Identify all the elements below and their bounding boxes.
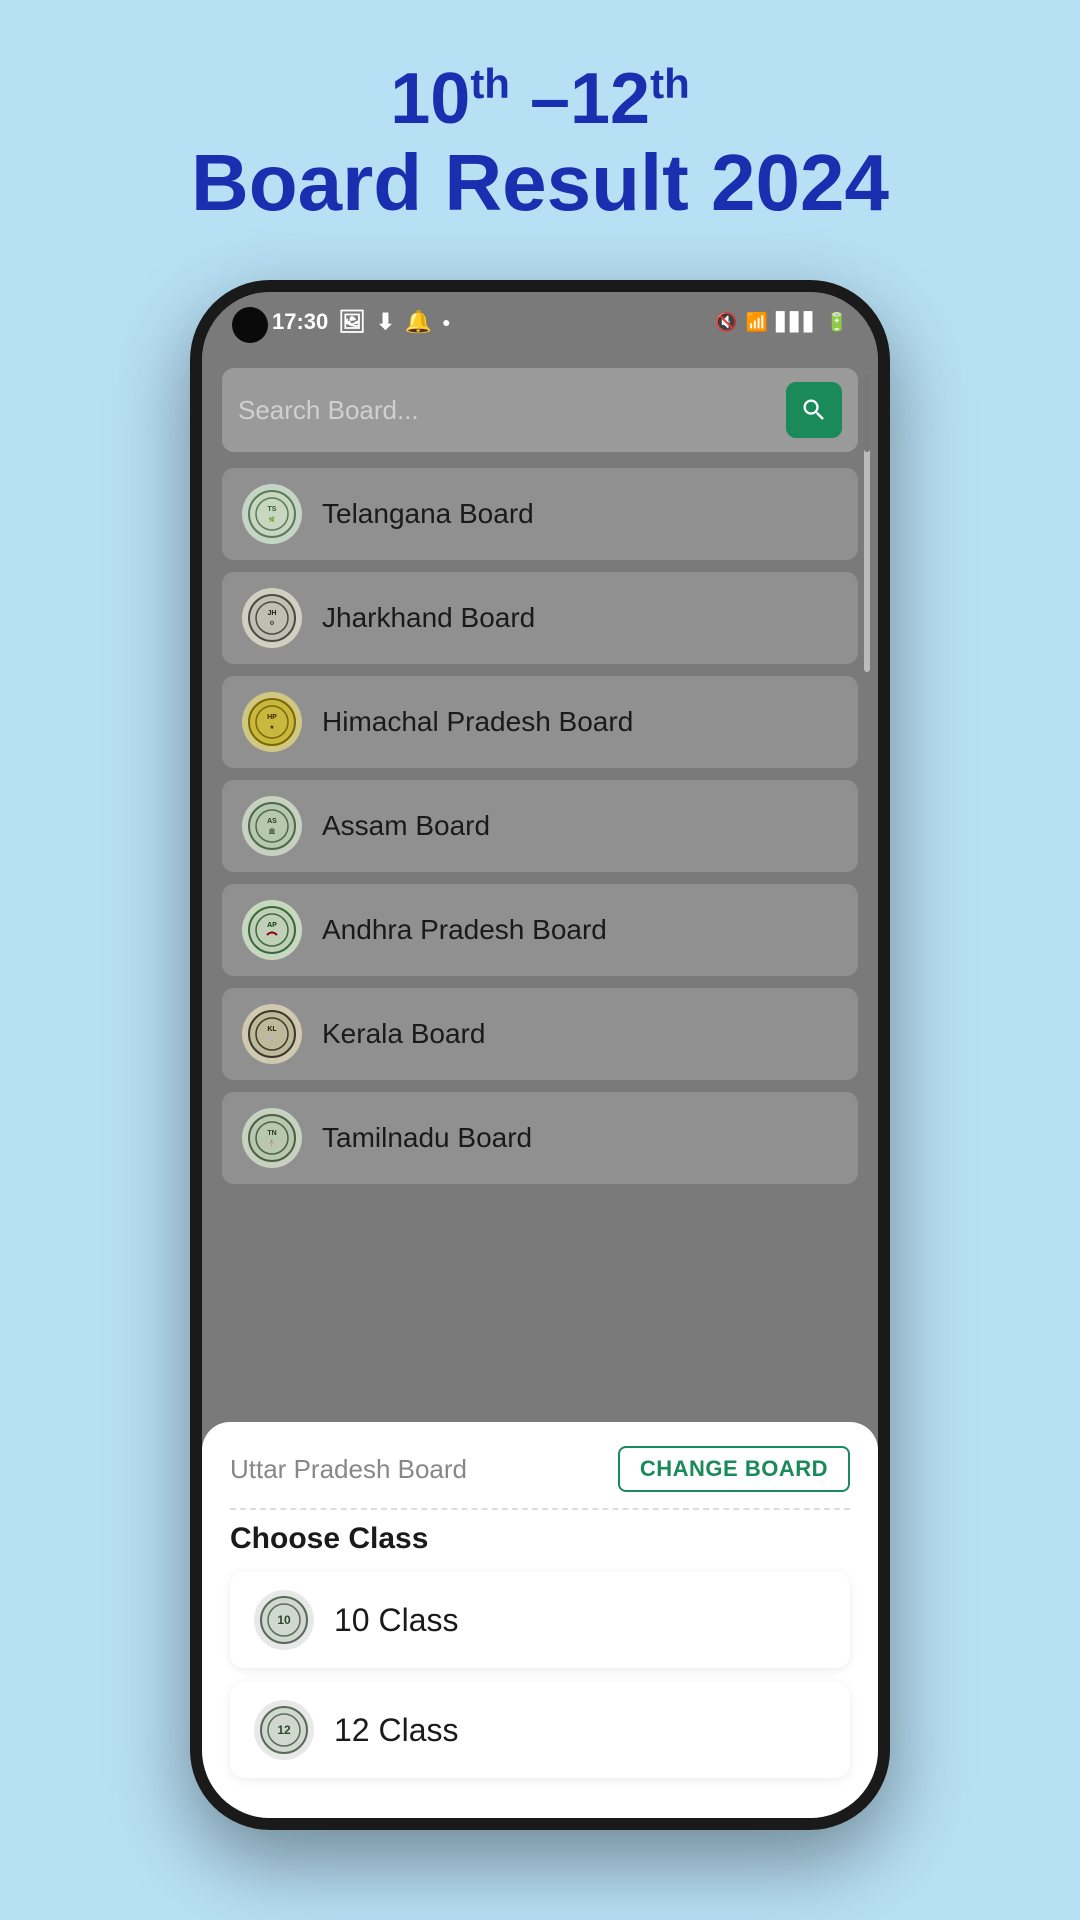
svg-text:KL: KL bbox=[267, 1026, 277, 1033]
choose-class-label: Choose Class bbox=[230, 1522, 850, 1556]
svg-text:HP: HP bbox=[267, 714, 277, 721]
tamilnadu-board-name: Tamilnadu Board bbox=[322, 1122, 532, 1154]
phone-frame: 17:30 🖼 ⬇ 🔔 ● 🔇 📶 ▋▋▋ 🔋 Search Board. bbox=[190, 280, 890, 1830]
class12-seal: 12 bbox=[254, 1700, 314, 1760]
andhra-seal: AP bbox=[242, 900, 302, 960]
telangana-seal: TS 🌿 bbox=[242, 484, 302, 544]
time-display: 17:30 bbox=[272, 309, 328, 335]
camera-hole bbox=[232, 307, 268, 343]
board-item-tamilnadu[interactable]: TN ⛪ Tamilnadu Board bbox=[222, 1092, 858, 1184]
phone-screen: 17:30 🖼 ⬇ 🔔 ● 🔇 📶 ▋▋▋ 🔋 Search Board. bbox=[202, 292, 878, 1818]
selected-board-label: Uttar Pradesh Board bbox=[230, 1454, 467, 1485]
svg-text:TN: TN bbox=[267, 1130, 276, 1137]
board-item-himachal[interactable]: HP ★ Himachal Pradesh Board bbox=[222, 676, 858, 768]
search-button[interactable] bbox=[786, 382, 842, 438]
svg-text:🌿: 🌿 bbox=[269, 516, 275, 523]
andhra-board-name: Andhra Pradesh Board bbox=[322, 914, 607, 946]
page-background: 10th –12th Board Result 2024 17:30 🖼 ⬇ 🔔… bbox=[0, 0, 1080, 267]
board-item-jharkhand[interactable]: JH ⚙ Jharkhand Board bbox=[222, 572, 858, 664]
himachal-seal: HP ★ bbox=[242, 692, 302, 752]
svg-text:★: ★ bbox=[269, 724, 274, 731]
svg-text:AP: AP bbox=[267, 922, 277, 929]
status-bar: 17:30 🖼 ⬇ 🔔 ● 🔇 📶 ▋▋▋ 🔋 bbox=[202, 292, 878, 352]
bottom-sheet: Uttar Pradesh Board CHANGE BOARD Choose … bbox=[202, 1422, 878, 1818]
signal-icon: ▋▋▋ bbox=[776, 312, 818, 333]
svg-text:TS: TS bbox=[268, 506, 277, 513]
svg-text:🐘: 🐘 bbox=[268, 1035, 276, 1043]
class10-seal: 10 bbox=[254, 1590, 314, 1650]
assam-board-name: Assam Board bbox=[322, 810, 490, 842]
board-item-andhra[interactable]: AP Andhra Pradesh Board bbox=[222, 884, 858, 976]
board-item-assam[interactable]: AS 🏛 Assam Board bbox=[222, 780, 858, 872]
bell-icon: 🔔 bbox=[405, 309, 432, 335]
kerala-board-name: Kerala Board bbox=[322, 1018, 485, 1050]
change-board-button[interactable]: CHANGE BOARD bbox=[618, 1446, 850, 1492]
svg-text:JH: JH bbox=[268, 610, 277, 617]
bottom-sheet-header: Uttar Pradesh Board CHANGE BOARD bbox=[230, 1446, 850, 1510]
jharkhand-board-name: Jharkhand Board bbox=[322, 602, 535, 634]
title-line1: 10th –12th bbox=[0, 60, 1080, 139]
wifi-icon: 📶 bbox=[746, 312, 768, 333]
search-input-placeholder: Search Board... bbox=[238, 395, 776, 426]
svg-text:10: 10 bbox=[277, 1613, 291, 1627]
dot-icon: ● bbox=[442, 314, 450, 330]
gallery-icon: 🖼 bbox=[338, 309, 366, 335]
svg-text:🏛: 🏛 bbox=[268, 827, 276, 835]
kerala-seal: KL 🐘 bbox=[242, 1004, 302, 1064]
screen-content: Search Board... TS bbox=[202, 352, 878, 1200]
svg-text:⛪: ⛪ bbox=[268, 1139, 275, 1147]
tamilnadu-seal: TN ⛪ bbox=[242, 1108, 302, 1168]
scrollbar-thumb bbox=[864, 372, 870, 452]
title-line2: Board Result 2024 bbox=[0, 139, 1080, 227]
jharkhand-seal: JH ⚙ bbox=[242, 588, 302, 648]
board-list: TS 🌿 Telangana Board JH ⚙ bbox=[222, 468, 858, 1184]
himachal-board-name: Himachal Pradesh Board bbox=[322, 706, 633, 738]
class-list: 10 10 Class 12 12 C bbox=[230, 1572, 850, 1778]
class-item-12[interactable]: 12 12 Class bbox=[230, 1682, 850, 1778]
search-bar[interactable]: Search Board... bbox=[222, 368, 858, 452]
battery-icon: 🔋 bbox=[826, 312, 848, 333]
telangana-board-name: Telangana Board bbox=[322, 498, 534, 530]
mute-icon: 🔇 bbox=[715, 312, 737, 333]
svg-text:⚙: ⚙ bbox=[269, 620, 274, 627]
svg-text:12: 12 bbox=[277, 1723, 291, 1737]
assam-seal: AS 🏛 bbox=[242, 796, 302, 856]
class10-name: 10 Class bbox=[334, 1602, 459, 1639]
board-item-kerala[interactable]: KL 🐘 Kerala Board bbox=[222, 988, 858, 1080]
class-item-10[interactable]: 10 10 Class bbox=[230, 1572, 850, 1668]
page-header: 10th –12th Board Result 2024 bbox=[0, 0, 1080, 267]
download-icon: ⬇ bbox=[376, 309, 394, 335]
class12-name: 12 Class bbox=[334, 1712, 459, 1749]
scrollbar-track[interactable] bbox=[864, 372, 870, 672]
svg-text:AS: AS bbox=[267, 818, 277, 825]
board-item-telangana[interactable]: TS 🌿 Telangana Board bbox=[222, 468, 858, 560]
